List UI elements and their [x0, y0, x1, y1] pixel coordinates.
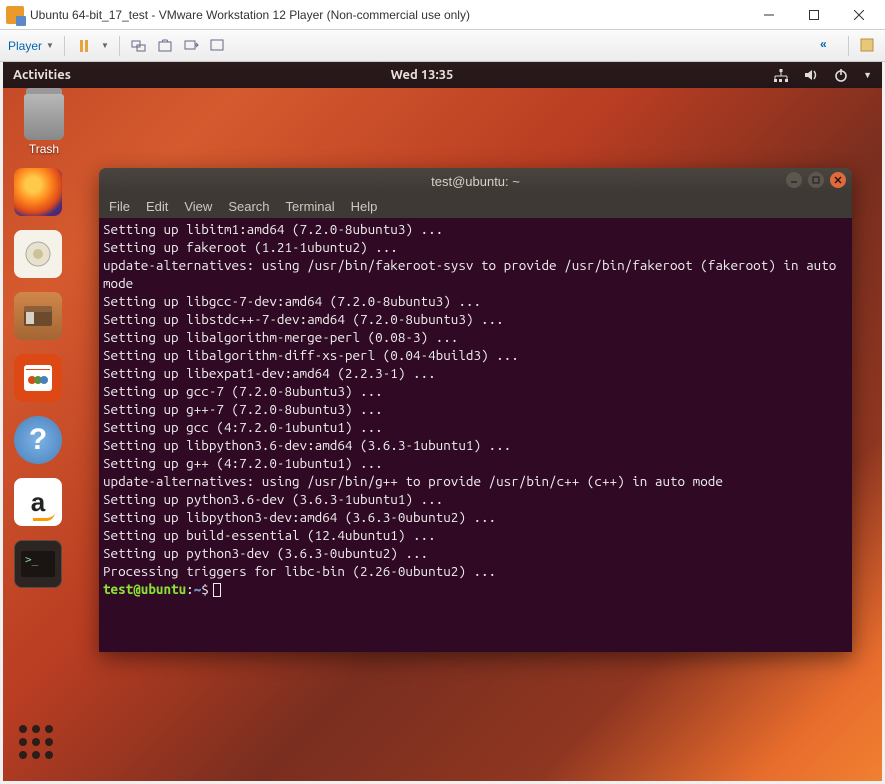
terminal-output-line: Setting up libalgorithm-diff-xs-perl (0.… [103, 346, 848, 364]
chevron-down-icon[interactable]: ▼ [101, 41, 109, 50]
dock-amazon[interactable]: a [14, 478, 62, 526]
vmware-titlebar: Ubuntu 64-bit_17_test - VMware Workstati… [0, 0, 885, 30]
snapshot-button[interactable] [156, 37, 174, 55]
menu-edit[interactable]: Edit [146, 199, 168, 214]
clock-button[interactable]: Wed 13:35 [71, 68, 773, 82]
terminal-output-line: update-alternatives: using /usr/bin/g++ … [103, 472, 848, 490]
terminal-maximize-button[interactable] [808, 172, 824, 188]
network-icon[interactable] [773, 67, 789, 83]
show-applications-button[interactable] [19, 725, 53, 759]
terminal-title-text: test@ubuntu: ~ [431, 174, 520, 189]
dock: ? a >_ [11, 168, 65, 588]
player-menu-button[interactable]: Player ▼ [8, 39, 54, 53]
collapse-toolbar-button[interactable]: « [820, 37, 838, 55]
terminal-output-line: Setting up fakeroot (1.21-1ubuntu2) ... [103, 238, 848, 256]
vmware-toolbar: Player ▼ ▼ « [0, 30, 885, 62]
terminal-output-line: Setting up gcc (4:7.2.0-1ubuntu1) ... [103, 418, 848, 436]
menu-view[interactable]: View [184, 199, 212, 214]
window-controls [746, 1, 881, 29]
pause-vm-button[interactable] [75, 37, 93, 55]
player-menu-label: Player [8, 39, 42, 53]
send-ctrl-alt-del-button[interactable] [130, 37, 148, 55]
terminal-output-line: Setting up libitm1:amd64 (7.2.0-8ubuntu3… [103, 220, 848, 238]
terminal-output-line: Setting up python3.6-dev (3.6.3-1ubuntu1… [103, 490, 848, 508]
chevron-down-icon: ▼ [46, 41, 54, 50]
close-button[interactable] [836, 1, 881, 29]
dock-firefox[interactable] [14, 168, 62, 216]
terminal-output-line: Setting up libalgorithm-merge-perl (0.08… [103, 328, 848, 346]
terminal-output-line: Setting up gcc-7 (7.2.0-8ubuntu3) ... [103, 382, 848, 400]
toolbar-separator [64, 36, 65, 56]
terminal-output-line: Setting up libstdc++-7-dev:amd64 (7.2.0-… [103, 310, 848, 328]
terminal-close-button[interactable] [830, 172, 846, 188]
manage-button[interactable] [859, 37, 877, 55]
terminal-output-line: Setting up g++ (4:7.2.0-1ubuntu1) ... [103, 454, 848, 472]
volume-icon[interactable] [803, 67, 819, 83]
terminal-menubar: File Edit View Search Terminal Help [99, 194, 852, 218]
terminal-output-line: Setting up libpython3-dev:amd64 (3.6.3-0… [103, 508, 848, 526]
dock-software[interactable] [14, 354, 62, 402]
terminal-titlebar[interactable]: test@ubuntu: ~ [99, 168, 852, 194]
terminal-output-line: Setting up libexpat1-dev:amd64 (2.2.3-1)… [103, 364, 848, 382]
terminal-output-line: update-alternatives: using /usr/bin/fake… [103, 256, 848, 292]
gnome-topbar: Activities Wed 13:35 ▼ [3, 62, 882, 88]
terminal-output-line: Setting up python3-dev (3.6.3-0ubuntu2) … [103, 544, 848, 562]
menu-search[interactable]: Search [228, 199, 269, 214]
terminal-output-line: Setting up libgcc-7-dev:amd64 (7.2.0-8ub… [103, 292, 848, 310]
toolbar-separator [119, 36, 120, 56]
dock-help[interactable]: ? [14, 416, 62, 464]
dock-terminal[interactable]: >_ [14, 540, 62, 588]
terminal-window: test@ubuntu: ~ File Edit View Search Ter… [99, 168, 852, 652]
vmware-window-title: Ubuntu 64-bit_17_test - VMware Workstati… [30, 8, 746, 22]
vmware-icon [6, 6, 24, 24]
minimize-button[interactable] [746, 1, 791, 29]
system-status-area[interactable]: ▼ [773, 67, 872, 83]
power-icon[interactable] [833, 67, 849, 83]
maximize-button[interactable] [791, 1, 836, 29]
toolbar-separator [848, 36, 849, 56]
guest-display[interactable]: Activities Wed 13:35 ▼ Trash ? a >_ [3, 62, 882, 781]
terminal-body[interactable]: Setting up libitm1:amd64 (7.2.0-8ubuntu3… [99, 218, 852, 652]
terminal-output-line: Setting up build-essential (12.4ubuntu1)… [103, 526, 848, 544]
terminal-output-line: Setting up g++-7 (7.2.0-8ubuntu3) ... [103, 400, 848, 418]
activities-button[interactable]: Activities [13, 68, 71, 82]
trash-icon[interactable]: Trash [17, 94, 71, 156]
trash-label: Trash [17, 142, 71, 156]
unity-mode-button[interactable] [182, 37, 200, 55]
terminal-minimize-button[interactable] [786, 172, 802, 188]
dock-rhythmbox[interactable] [14, 230, 62, 278]
terminal-prompt[interactable]: test@ubuntu:~$ [103, 580, 848, 598]
menu-file[interactable]: File [109, 199, 130, 214]
chevron-down-icon[interactable]: ▼ [863, 70, 872, 80]
fullscreen-button[interactable] [208, 37, 226, 55]
dock-files[interactable] [14, 292, 62, 340]
terminal-output-line: Processing triggers for libc-bin (2.26-0… [103, 562, 848, 580]
terminal-output-line: Setting up libpython3.6-dev:amd64 (3.6.3… [103, 436, 848, 454]
desktop[interactable]: Trash ? a >_ test@ubuntu: ~ [3, 88, 882, 781]
menu-help[interactable]: Help [351, 199, 378, 214]
menu-terminal[interactable]: Terminal [286, 199, 335, 214]
